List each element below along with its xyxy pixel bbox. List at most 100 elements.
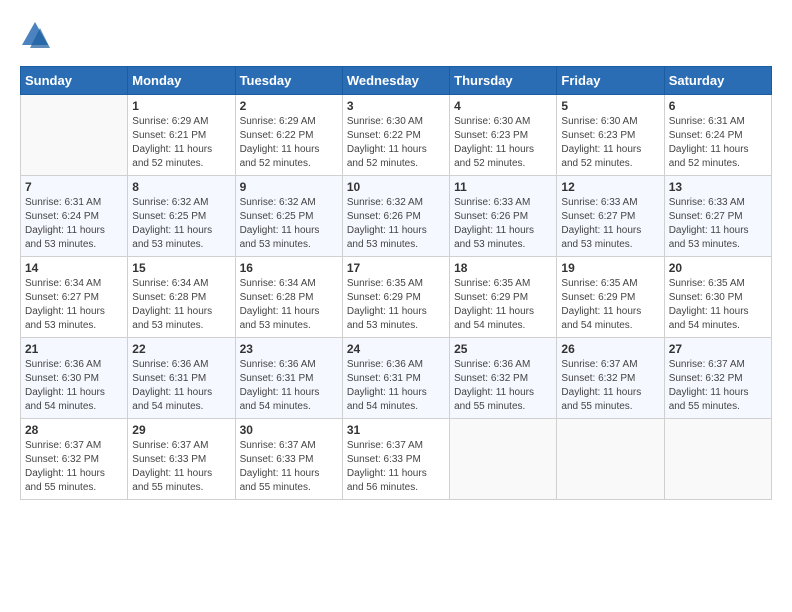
- calendar-day: 14 Sunrise: 6:34 AMSunset: 6:27 PMDayligh…: [21, 257, 128, 338]
- calendar-day: 23 Sunrise: 6:36 AMSunset: 6:31 PMDayligh…: [235, 338, 342, 419]
- day-info: Sunrise: 6:36 AMSunset: 6:30 PMDaylight:…: [25, 358, 123, 414]
- day-number: 12: [561, 180, 659, 194]
- calendar-table: SundayMondayTuesdayWednesdayThursdayFrid…: [20, 66, 772, 500]
- day-info: Sunrise: 6:33 AMSunset: 6:27 PMDaylight:…: [669, 196, 767, 252]
- day-number: 30: [240, 423, 338, 437]
- day-number: 2: [240, 99, 338, 113]
- day-number: 1: [132, 99, 230, 113]
- calendar-day: 22Sunrise: 6:36 AMSunset: 6:31 PMDayligh…: [128, 338, 235, 419]
- day-number: 16: [240, 261, 338, 275]
- calendar-day: 5 Sunrise: 6:30 AMSunset: 6:23 PMDaylight…: [557, 95, 664, 176]
- calendar-day: 24Sunrise: 6:36 AMSunset: 6:31 PMDayligh…: [342, 338, 449, 419]
- calendar-day: 18Sunrise: 6:35 AMSunset: 6:29 PMDayligh…: [450, 257, 557, 338]
- day-number: 25: [454, 342, 552, 356]
- day-number: 10: [347, 180, 445, 194]
- calendar-day: [557, 419, 664, 500]
- calendar-day: 10 Sunrise: 6:32 AMSunset: 6:26 PMDayligh…: [342, 176, 449, 257]
- calendar-day: 21 Sunrise: 6:36 AMSunset: 6:30 PMDayligh…: [21, 338, 128, 419]
- day-number: 7: [25, 180, 123, 194]
- day-info: Sunrise: 6:37 AMSunset: 6:32 PMDaylight:…: [669, 358, 767, 414]
- calendar-day: 30 Sunrise: 6:37 AMSunset: 6:33 PMDayligh…: [235, 419, 342, 500]
- calendar-day: 31 Sunrise: 6:37 AMSunset: 6:33 PMDayligh…: [342, 419, 449, 500]
- day-number: 27: [669, 342, 767, 356]
- calendar-day: 20Sunrise: 6:35 AMSunset: 6:30 PMDayligh…: [664, 257, 771, 338]
- calendar-day: 29Sunrise: 6:37 AMSunset: 6:33 PMDayligh…: [128, 419, 235, 500]
- day-info: Sunrise: 6:36 AMSunset: 6:31 PMDaylight:…: [347, 358, 445, 414]
- day-info: Sunrise: 6:29 AMSunset: 6:21 PMDaylight:…: [132, 115, 230, 171]
- day-info: Sunrise: 6:32 AMSunset: 6:25 PMDaylight:…: [132, 196, 230, 252]
- calendar-week-3: 14 Sunrise: 6:34 AMSunset: 6:27 PMDayligh…: [21, 257, 772, 338]
- calendar-week-4: 21 Sunrise: 6:36 AMSunset: 6:30 PMDayligh…: [21, 338, 772, 419]
- day-info: Sunrise: 6:34 AMSunset: 6:28 PMDaylight:…: [240, 277, 338, 333]
- weekday-header-row: SundayMondayTuesdayWednesdayThursdayFrid…: [21, 67, 772, 95]
- day-number: 9: [240, 180, 338, 194]
- weekday-header-tuesday: Tuesday: [235, 67, 342, 95]
- calendar-day: 7 Sunrise: 6:31 AMSunset: 6:24 PMDaylight…: [21, 176, 128, 257]
- calendar-day: 1 Sunrise: 6:29 AMSunset: 6:21 PMDaylight…: [128, 95, 235, 176]
- calendar-week-1: 1 Sunrise: 6:29 AMSunset: 6:21 PMDaylight…: [21, 95, 772, 176]
- day-number: 23: [240, 342, 338, 356]
- day-info: Sunrise: 6:37 AMSunset: 6:33 PMDaylight:…: [347, 439, 445, 495]
- calendar-day: 13 Sunrise: 6:33 AMSunset: 6:27 PMDayligh…: [664, 176, 771, 257]
- day-info: Sunrise: 6:37 AMSunset: 6:32 PMDaylight:…: [561, 358, 659, 414]
- day-info: Sunrise: 6:34 AMSunset: 6:27 PMDaylight:…: [25, 277, 123, 333]
- day-info: Sunrise: 6:29 AMSunset: 6:22 PMDaylight:…: [240, 115, 338, 171]
- day-number: 21: [25, 342, 123, 356]
- day-number: 3: [347, 99, 445, 113]
- day-number: 28: [25, 423, 123, 437]
- day-info: Sunrise: 6:36 AMSunset: 6:32 PMDaylight:…: [454, 358, 552, 414]
- day-info: Sunrise: 6:34 AMSunset: 6:28 PMDaylight:…: [132, 277, 230, 333]
- day-number: 11: [454, 180, 552, 194]
- weekday-header-saturday: Saturday: [664, 67, 771, 95]
- day-number: 14: [25, 261, 123, 275]
- day-info: Sunrise: 6:32 AMSunset: 6:26 PMDaylight:…: [347, 196, 445, 252]
- day-info: Sunrise: 6:33 AMSunset: 6:27 PMDaylight:…: [561, 196, 659, 252]
- day-info: Sunrise: 6:35 AMSunset: 6:29 PMDaylight:…: [561, 277, 659, 333]
- day-number: 15: [132, 261, 230, 275]
- calendar-day: 8 Sunrise: 6:32 AMSunset: 6:25 PMDaylight…: [128, 176, 235, 257]
- weekday-header-sunday: Sunday: [21, 67, 128, 95]
- weekday-header-wednesday: Wednesday: [342, 67, 449, 95]
- calendar-day: 2 Sunrise: 6:29 AMSunset: 6:22 PMDaylight…: [235, 95, 342, 176]
- calendar-day: 4Sunrise: 6:30 AMSunset: 6:23 PMDaylight…: [450, 95, 557, 176]
- day-info: Sunrise: 6:37 AMSunset: 6:33 PMDaylight:…: [132, 439, 230, 495]
- calendar-day: 16 Sunrise: 6:34 AMSunset: 6:28 PMDayligh…: [235, 257, 342, 338]
- day-number: 20: [669, 261, 767, 275]
- day-number: 18: [454, 261, 552, 275]
- calendar-day: 15 Sunrise: 6:34 AMSunset: 6:28 PMDayligh…: [128, 257, 235, 338]
- day-info: Sunrise: 6:31 AMSunset: 6:24 PMDaylight:…: [669, 115, 767, 171]
- day-info: Sunrise: 6:35 AMSunset: 6:29 PMDaylight:…: [347, 277, 445, 333]
- calendar-day: 26 Sunrise: 6:37 AMSunset: 6:32 PMDayligh…: [557, 338, 664, 419]
- day-info: Sunrise: 6:37 AMSunset: 6:33 PMDaylight:…: [240, 439, 338, 495]
- calendar-day: [21, 95, 128, 176]
- day-number: 26: [561, 342, 659, 356]
- day-number: 4: [454, 99, 552, 113]
- calendar-day: 3 Sunrise: 6:30 AMSunset: 6:22 PMDaylight…: [342, 95, 449, 176]
- day-number: 8: [132, 180, 230, 194]
- calendar-day: 6 Sunrise: 6:31 AMSunset: 6:24 PMDaylight…: [664, 95, 771, 176]
- day-info: Sunrise: 6:32 AMSunset: 6:25 PMDaylight:…: [240, 196, 338, 252]
- day-info: Sunrise: 6:37 AMSunset: 6:32 PMDaylight:…: [25, 439, 123, 495]
- calendar-week-5: 28 Sunrise: 6:37 AMSunset: 6:32 PMDayligh…: [21, 419, 772, 500]
- day-info: Sunrise: 6:31 AMSunset: 6:24 PMDaylight:…: [25, 196, 123, 252]
- day-number: 5: [561, 99, 659, 113]
- calendar-day: 25 Sunrise: 6:36 AMSunset: 6:32 PMDayligh…: [450, 338, 557, 419]
- logo-icon: [20, 20, 50, 50]
- calendar-day: 28 Sunrise: 6:37 AMSunset: 6:32 PMDayligh…: [21, 419, 128, 500]
- calendar-day: 27 Sunrise: 6:37 AMSunset: 6:32 PMDayligh…: [664, 338, 771, 419]
- weekday-header-thursday: Thursday: [450, 67, 557, 95]
- calendar-day: 9 Sunrise: 6:32 AMSunset: 6:25 PMDaylight…: [235, 176, 342, 257]
- day-number: 13: [669, 180, 767, 194]
- weekday-header-friday: Friday: [557, 67, 664, 95]
- day-number: 31: [347, 423, 445, 437]
- day-info: Sunrise: 6:30 AMSunset: 6:22 PMDaylight:…: [347, 115, 445, 171]
- day-info: Sunrise: 6:36 AMSunset: 6:31 PMDaylight:…: [132, 358, 230, 414]
- day-number: 19: [561, 261, 659, 275]
- calendar-day: 19 Sunrise: 6:35 AMSunset: 6:29 PMDayligh…: [557, 257, 664, 338]
- day-number: 17: [347, 261, 445, 275]
- day-number: 6: [669, 99, 767, 113]
- day-info: Sunrise: 6:30 AMSunset: 6:23 PMDaylight:…: [561, 115, 659, 171]
- day-info: Sunrise: 6:36 AMSunset: 6:31 PMDaylight:…: [240, 358, 338, 414]
- calendar-day: 17 Sunrise: 6:35 AMSunset: 6:29 PMDayligh…: [342, 257, 449, 338]
- weekday-header-monday: Monday: [128, 67, 235, 95]
